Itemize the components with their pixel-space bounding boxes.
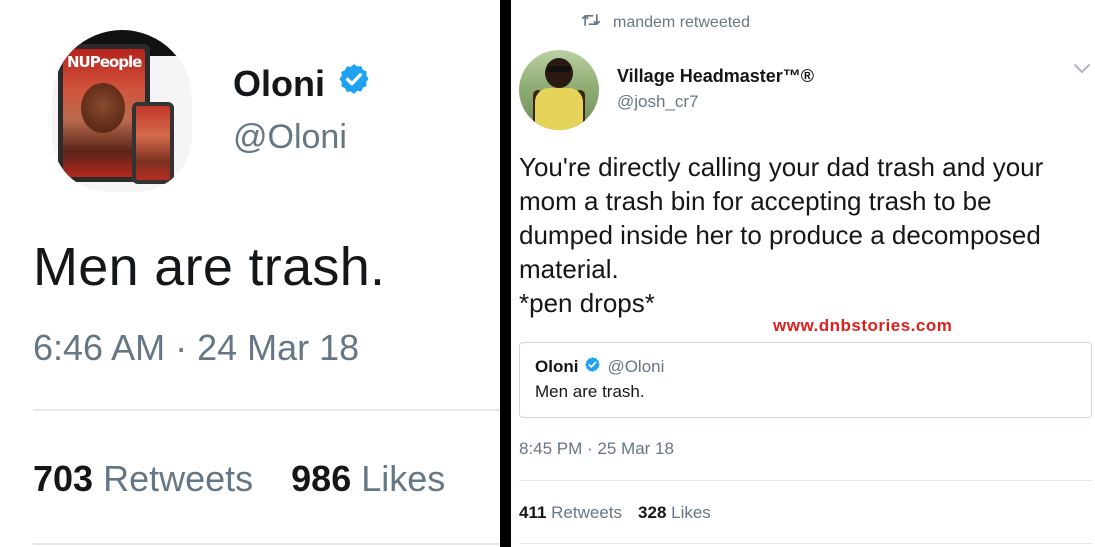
likes-stat[interactable]: 986 Likes [291,458,445,500]
avatar-magazine-title: NUPeople [67,53,142,71]
likes-label: Likes [361,458,446,499]
quoted-author-handle: @Oloni [607,357,665,376]
author-name-row[interactable]: Oloni [233,62,371,105]
author-handle[interactable]: @Oloni [233,118,347,157]
tweet-stats: 411 Retweets 328 Likes [519,503,727,523]
tweet-text-line: *pen drops* [519,288,655,318]
chevron-down-icon[interactable] [1073,62,1091,80]
avatar-head [545,58,573,88]
tweet-timestamp[interactable]: 8:45 PM · 25 Mar 18 [519,439,674,459]
author-name[interactable]: Village Headmaster™® [617,66,814,87]
retweets-stat[interactable]: 703 Retweets [33,458,253,500]
tweet-text-line: You're directly calling your dad trash a… [519,152,1044,182]
divider [33,543,500,545]
avatar-face [81,83,125,133]
avatar-body [535,88,583,130]
tweet-text-line: material. [519,254,619,284]
tweet-text: You're directly calling your dad trash a… [519,150,1079,320]
tweet-text-line: mom a trash bin for accepting trash to b… [519,186,992,216]
avatar-phone-screen [136,106,170,180]
watermark: www.dnbstories.com [773,316,953,335]
tweet-stats: 703 Retweets 986 Likes [33,458,483,500]
right-tweet: mandem retweeted Village Headmaster™® @j… [511,0,1095,547]
retweeted-by-text: mandem retweeted [613,13,750,31]
retweets-label: Retweets [551,503,623,522]
likes-stat[interactable]: 328 Likes [638,503,711,523]
retweets-stat[interactable]: 411 Retweets [519,503,622,523]
likes-label: Likes [671,503,711,522]
avatar-sunglasses [547,66,571,72]
verified-badge-icon [584,356,601,378]
author-handle[interactable]: @josh_cr7 [617,92,699,112]
likes-count: 986 [291,458,362,499]
quoted-author-name: Oloni [535,357,579,376]
quoted-tweet-text: Men are trash. [535,382,645,401]
retweets-label: Retweets [103,458,254,499]
retweets-count: 411 [519,503,552,522]
avatar-phone [132,102,174,184]
likes-count: 328 [638,503,672,522]
panel-separator [500,0,511,547]
left-tweet: NUPeople Oloni @Oloni Men are trash. 6:4… [0,0,500,547]
quoted-tweet-header: Oloni @Oloni [535,356,664,378]
verified-badge-icon [337,62,371,105]
quoted-tweet[interactable]: Oloni @Oloni Men are trash. [519,342,1092,418]
retweet-icon [581,12,601,33]
retweets-count: 703 [33,458,104,499]
tweet-text-line: dumped inside her to produce a decompose… [519,220,1041,250]
divider [519,543,1092,544]
divider [33,409,500,411]
tweet-timestamp[interactable]: 6:46 AM · 24 Mar 18 [33,327,359,369]
author-avatar[interactable] [519,50,599,130]
divider [519,480,1092,481]
author-avatar[interactable]: NUPeople [52,30,192,192]
author-name[interactable]: Oloni [233,63,325,105]
retweeted-by-row[interactable]: mandem retweeted [581,12,750,33]
tweet-text: Men are trash. [33,237,386,297]
